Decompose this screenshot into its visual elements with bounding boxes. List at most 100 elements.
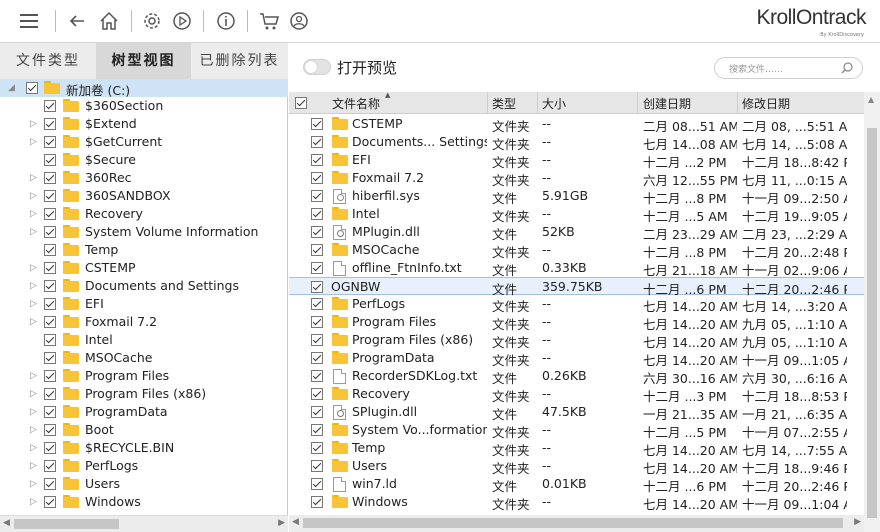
tree-item[interactable]: ▷ Program Files (x86) (0, 385, 288, 403)
expand-icon[interactable]: ▷ (30, 172, 38, 184)
tree-item[interactable]: MSOCache (0, 349, 288, 367)
table-vertical-scrollbar[interactable]: ▲ (864, 92, 880, 532)
expand-icon[interactable]: ▷ (30, 226, 38, 238)
tree-checkbox[interactable] (44, 460, 56, 472)
table-row[interactable]: Windows 文件夹 -- 七月 14...20 AM 十一月 09...1:04 A… (289, 493, 864, 512)
tree-checkbox[interactable] (44, 262, 56, 274)
tree-checkbox[interactable] (44, 190, 56, 202)
expand-icon[interactable]: ▷ (30, 118, 38, 130)
expand-icon[interactable]: ▷ (30, 460, 38, 472)
row-checkbox[interactable] (311, 334, 323, 346)
tree-checkbox[interactable] (44, 298, 56, 310)
row-checkbox[interactable] (311, 388, 323, 400)
tree-item[interactable]: ▷ PerfLogs (0, 457, 288, 475)
row-checkbox[interactable] (311, 442, 323, 454)
col-created[interactable]: 创建日期 (643, 95, 691, 112)
expand-icon[interactable]: ▷ (30, 190, 38, 202)
cart-icon[interactable] (256, 8, 282, 34)
tree-checkbox[interactable] (44, 478, 56, 490)
tree-root-drive[interactable]: ◢ 新加卷 (C:) (0, 79, 288, 98)
row-checkbox[interactable] (311, 424, 323, 436)
expand-icon[interactable]: ▷ (30, 424, 38, 436)
tree-checkbox[interactable] (44, 442, 56, 454)
tree-item[interactable]: ▷ 360SANDBOX (0, 187, 288, 205)
table-row[interactable]: OGNBW 文件 359.75KB 十二月 ...6 PM 十二月 20...2:46 … (289, 277, 864, 297)
row-checkbox[interactable] (311, 298, 323, 310)
row-checkbox[interactable] (311, 136, 323, 148)
row-checkbox[interactable] (311, 154, 323, 166)
row-checkbox[interactable] (311, 460, 323, 472)
tree-item[interactable]: ▷ Recovery (0, 205, 288, 223)
expand-icon[interactable]: ▷ (30, 370, 38, 382)
col-modified[interactable]: 修改日期 (742, 95, 790, 112)
expand-icon[interactable]: ▷ (30, 478, 38, 490)
table-row[interactable]: MSOCache文件夹--十二月 ...8 PM十二月 20...2:48 PM (289, 241, 864, 260)
row-checkbox[interactable] (311, 496, 323, 508)
row-checkbox[interactable] (311, 118, 323, 130)
tree-item[interactable]: ▷ Documents and Settings (0, 277, 288, 295)
tab-tree-view[interactable]: 树型视图 (96, 43, 191, 79)
tree-item[interactable]: Temp (0, 241, 288, 259)
tree-item[interactable]: $Secure (0, 151, 288, 169)
table-row[interactable]: MPlugin.dll 文件 52KB 二月 23...29 AM 二月 23, ...… (289, 223, 864, 242)
row-checkbox[interactable] (311, 352, 323, 364)
resume-icon[interactable] (169, 8, 195, 34)
tree-item[interactable]: ▷ Foxmail 7.2 (0, 313, 288, 331)
tree-checkbox[interactable] (44, 388, 56, 400)
table-row[interactable]: Users文件夹--七月 14...20 AM十二月 18...9:46 PM (289, 457, 864, 476)
home-icon[interactable] (96, 8, 122, 34)
expand-icon[interactable]: ▷ (30, 262, 38, 274)
expand-icon[interactable]: ▷ (30, 496, 38, 508)
expand-icon[interactable]: ▷ (30, 442, 38, 454)
tree-checkbox[interactable] (44, 352, 56, 364)
search-input[interactable]: 搜索文件…… (714, 57, 863, 79)
gear-icon[interactable] (139, 8, 165, 34)
tree-item[interactable]: ▷ EFI (0, 295, 288, 313)
expand-icon[interactable]: ▷ (30, 136, 38, 148)
menu-icon[interactable] (16, 8, 42, 34)
tree-item[interactable]: ▷ 360Rec (0, 169, 288, 187)
tree-item[interactable]: ▷ Windows (0, 493, 288, 511)
tree-horizontal-scrollbar[interactable]: ◀ ▶ (0, 515, 288, 532)
tree-item[interactable]: ▷ CSTEMP (0, 259, 288, 277)
tree-checkbox[interactable] (44, 154, 56, 166)
account-icon[interactable] (286, 8, 312, 34)
tree-checkbox[interactable] (44, 424, 56, 436)
table-row[interactable]: RecorderSDKLog.txt 文件 0.26KB 六月 30...16 AM 六… (289, 367, 864, 386)
tree-item[interactable]: ▷ System Volume Information (0, 223, 288, 241)
table-row[interactable]: offline_FtnInfo.txt 文件 0.33KB 七月 21...18 AM… (289, 259, 864, 278)
tree-checkbox[interactable] (44, 316, 56, 328)
table-row[interactable]: Intel文件夹--十二月 ...5 AM十二月 19...9:05 AM (289, 205, 864, 224)
expand-icon[interactable]: ▷ (30, 316, 38, 328)
table-row[interactable]: ProgramData 文件夹 -- 七月 14...20 AM 十一月 09...1:… (289, 349, 864, 368)
tree-checkbox[interactable] (44, 334, 56, 346)
tree-checkbox[interactable] (44, 226, 56, 238)
tree-item[interactable]: ▷ $GetCurrent (0, 133, 288, 151)
row-checkbox[interactable] (311, 478, 323, 490)
search-icon[interactable] (840, 61, 854, 75)
expand-icon[interactable]: ▷ (30, 406, 38, 418)
tree-checkbox[interactable] (44, 496, 56, 508)
tree-item[interactable]: $360Section (0, 97, 288, 115)
tab-file-type[interactable]: 文件类型 (0, 43, 96, 79)
tree-item[interactable]: Intel (0, 331, 288, 349)
table-row[interactable]: Foxmail 7.2 文件夹 -- 六月 12...55 PM 七月 11, ...0… (289, 169, 864, 188)
tree-checkbox[interactable] (44, 280, 56, 292)
row-checkbox[interactable] (311, 262, 323, 274)
tree-checkbox[interactable] (44, 406, 56, 418)
select-all-checkbox[interactable] (295, 97, 307, 109)
tab-deleted-list[interactable]: 已删除列表 (191, 43, 288, 79)
table-row[interactable]: Program Files 文件夹 -- 七月 14...20 AM 九月 05, ..… (289, 313, 864, 332)
preview-toggle[interactable] (303, 59, 331, 75)
expand-icon[interactable]: ▷ (30, 280, 38, 292)
col-type[interactable]: 类型 (492, 95, 516, 112)
tree-item[interactable]: ▷ $Extend (0, 115, 288, 133)
table-row[interactable]: EFI文件夹--十二月 ...2 PM十二月 18...8:42 PM (289, 151, 864, 170)
table-horizontal-scrollbar[interactable]: ◀ ▶ (289, 515, 864, 532)
tree-item[interactable]: ▷ Boot (0, 421, 288, 439)
tree-checkbox[interactable] (26, 82, 38, 94)
row-checkbox[interactable] (311, 370, 323, 382)
collapse-icon[interactable]: ◢ (8, 82, 16, 94)
tree-checkbox[interactable] (44, 118, 56, 130)
table-row[interactable]: Program Files (x86) 文件夹 -- 七月 14...20 AM 九月 … (289, 331, 864, 350)
